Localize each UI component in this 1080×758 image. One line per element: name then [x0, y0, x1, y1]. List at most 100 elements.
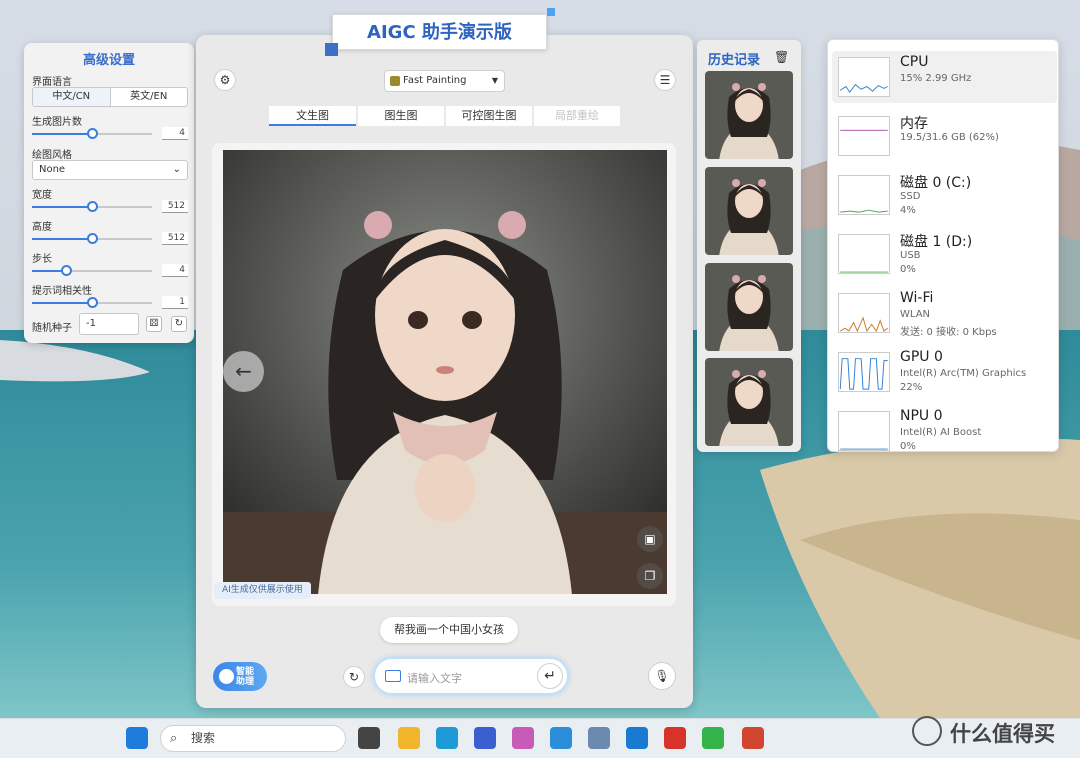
- edge-browser-icon[interactable]: [436, 727, 458, 749]
- lang-option-cn[interactable]: 中文/CN: [33, 88, 111, 106]
- app-title: AIGC 助手演示版: [332, 14, 547, 50]
- refresh-icon[interactable]: ↻: [343, 666, 365, 688]
- perf-detail: WLAN: [900, 309, 931, 320]
- cloud-app-icon[interactable]: [550, 727, 572, 749]
- slider-knob[interactable]: [87, 297, 98, 308]
- back-arrow-icon[interactable]: ←: [223, 351, 264, 392]
- perf-detail: 4%: [900, 205, 916, 216]
- image-count-value[interactable]: 4: [162, 127, 188, 140]
- width-label: 宽度: [32, 190, 52, 201]
- history-title: 历史记录: [708, 53, 761, 68]
- height-value[interactable]: 512: [162, 232, 188, 245]
- perf-name: NPU 0: [900, 408, 943, 424]
- seed-label: 随机种子: [32, 323, 72, 334]
- lang-option-en[interactable]: 英文/EN: [111, 88, 188, 106]
- save-icon[interactable]: ▣: [637, 526, 663, 552]
- model-dropdown[interactable]: Fast Painting ▼: [384, 70, 505, 92]
- perf-row[interactable]: GPU 0 Intel(R) Arc(TM) Graphics 22%: [832, 346, 1057, 398]
- color-app-icon[interactable]: [512, 727, 534, 749]
- assistant-label-2: 助理: [236, 677, 255, 687]
- perf-row[interactable]: 磁盘 0 (C:) SSD 4%: [832, 169, 1057, 221]
- tab-inpainting[interactable]: 局部重绘: [534, 106, 620, 126]
- smzdm-watermark: 什么值得买: [912, 716, 1072, 748]
- perf-detail: 0%: [900, 441, 916, 452]
- taskbar-search-label: 搜索: [191, 731, 216, 745]
- image-count-slider[interactable]: [32, 128, 152, 139]
- smart-assistant-button[interactable]: 智能 助理: [213, 662, 267, 691]
- microphone-icon[interactable]: 🎙: [648, 662, 676, 690]
- language-toggle: 中文/CN 英文/EN: [32, 87, 188, 107]
- style-dropdown[interactable]: None ⌄: [32, 160, 188, 180]
- tab-image-to-image[interactable]: 图生图: [358, 106, 444, 126]
- watermark-logo: [912, 716, 942, 746]
- slider-knob[interactable]: [87, 201, 98, 212]
- history-thumbnail[interactable]: [705, 167, 793, 255]
- perf-row[interactable]: 磁盘 1 (D:) USB 0%: [832, 228, 1057, 280]
- tab-text-to-image[interactable]: 文生图: [269, 106, 356, 126]
- width-slider[interactable]: [32, 201, 152, 212]
- image-count-label: 生成图片数: [32, 117, 82, 128]
- history-thumbnail[interactable]: [705, 263, 793, 351]
- slider-knob[interactable]: [87, 233, 98, 244]
- perf-graph: [838, 57, 890, 97]
- tab-controllable-image[interactable]: 可控图生图: [446, 106, 532, 126]
- relevance-slider[interactable]: [32, 297, 152, 308]
- wps-icon[interactable]: [664, 727, 686, 749]
- prompt-suggestion-chip[interactable]: 帮我画一个中国小女孩: [380, 617, 518, 643]
- height-slider[interactable]: [32, 233, 152, 244]
- model-dropdown-label: Fast Painting: [403, 75, 467, 86]
- taskbar-search[interactable]: ⌕ 搜索: [160, 725, 346, 752]
- relevance-label: 提示词相关性: [32, 286, 92, 297]
- task-view-icon[interactable]: [358, 727, 380, 749]
- model-color-icon: [390, 76, 400, 86]
- perf-detail: SSD: [900, 191, 921, 202]
- copy-icon[interactable]: ❐: [637, 563, 663, 589]
- file-explorer-icon[interactable]: [398, 727, 420, 749]
- wechat-icon[interactable]: [702, 727, 724, 749]
- text-input[interactable]: 请输入文字 ↵: [373, 657, 569, 695]
- gear-icon[interactable]: ⚙: [214, 69, 236, 91]
- task-manager-performance: CPU 15% 2.99 GHz 内存 19.5/31.6 GB (62%) 磁盘 0 …: [827, 39, 1059, 452]
- slider-knob[interactable]: [87, 128, 98, 139]
- watermark-text: 什么值得买: [950, 722, 1055, 746]
- perf-name: 磁盘 0 (C:): [900, 175, 972, 191]
- reset-seed-icon[interactable]: ↻: [171, 316, 187, 332]
- slider-knob[interactable]: [60, 265, 72, 276]
- chart-app-icon[interactable]: [588, 727, 610, 749]
- width-value[interactable]: 512: [162, 200, 188, 213]
- title-decoration: [547, 8, 555, 16]
- enter-icon[interactable]: ↵: [537, 663, 563, 689]
- perf-detail: USB: [900, 250, 921, 261]
- relevance-value[interactable]: 1: [162, 296, 188, 309]
- store-icon[interactable]: [474, 727, 496, 749]
- perf-name: GPU 0: [900, 349, 943, 365]
- trash-icon[interactable]: 🗑: [774, 50, 789, 64]
- height-label: 高度: [32, 222, 52, 233]
- history-thumbnail[interactable]: [705, 358, 793, 446]
- settings-title: 高级设置: [82, 53, 135, 68]
- seed-input[interactable]: -1: [79, 313, 139, 335]
- perf-graph: [838, 116, 890, 156]
- history-thumbnail[interactable]: [705, 71, 793, 159]
- generated-image: [223, 150, 667, 594]
- perf-name: CPU: [900, 54, 929, 70]
- perf-row[interactable]: CPU 15% 2.99 GHz: [832, 51, 1057, 103]
- steps-slider[interactable]: [32, 265, 152, 276]
- perf-detail: 19.5/31.6 GB (62%): [900, 132, 999, 143]
- windows-start-icon[interactable]: [126, 727, 148, 749]
- title-decoration: [325, 43, 338, 56]
- dice-icon[interactable]: ⚄: [146, 316, 162, 332]
- perf-row[interactable]: Wi-Fi WLAN 发送: 0 接收: 0 Kbps: [832, 287, 1057, 339]
- perf-name: 磁盘 1 (D:): [900, 234, 973, 250]
- perf-graph: [838, 175, 890, 215]
- perf-row[interactable]: 内存 19.5/31.6 GB (62%): [832, 110, 1057, 162]
- steps-label: 步长: [32, 254, 52, 265]
- menu-icon[interactable]: ☰: [654, 69, 676, 91]
- intel-app-icon[interactable]: [626, 727, 648, 749]
- chevron-down-icon: ⌄: [172, 164, 181, 175]
- perf-row[interactable]: NPU 0 Intel(R) AI Boost 0%: [832, 405, 1057, 457]
- assistant-label-1: 智能: [236, 667, 255, 677]
- perf-name: 内存: [900, 116, 928, 132]
- snipping-icon[interactable]: [742, 727, 764, 749]
- steps-value[interactable]: 4: [162, 264, 188, 277]
